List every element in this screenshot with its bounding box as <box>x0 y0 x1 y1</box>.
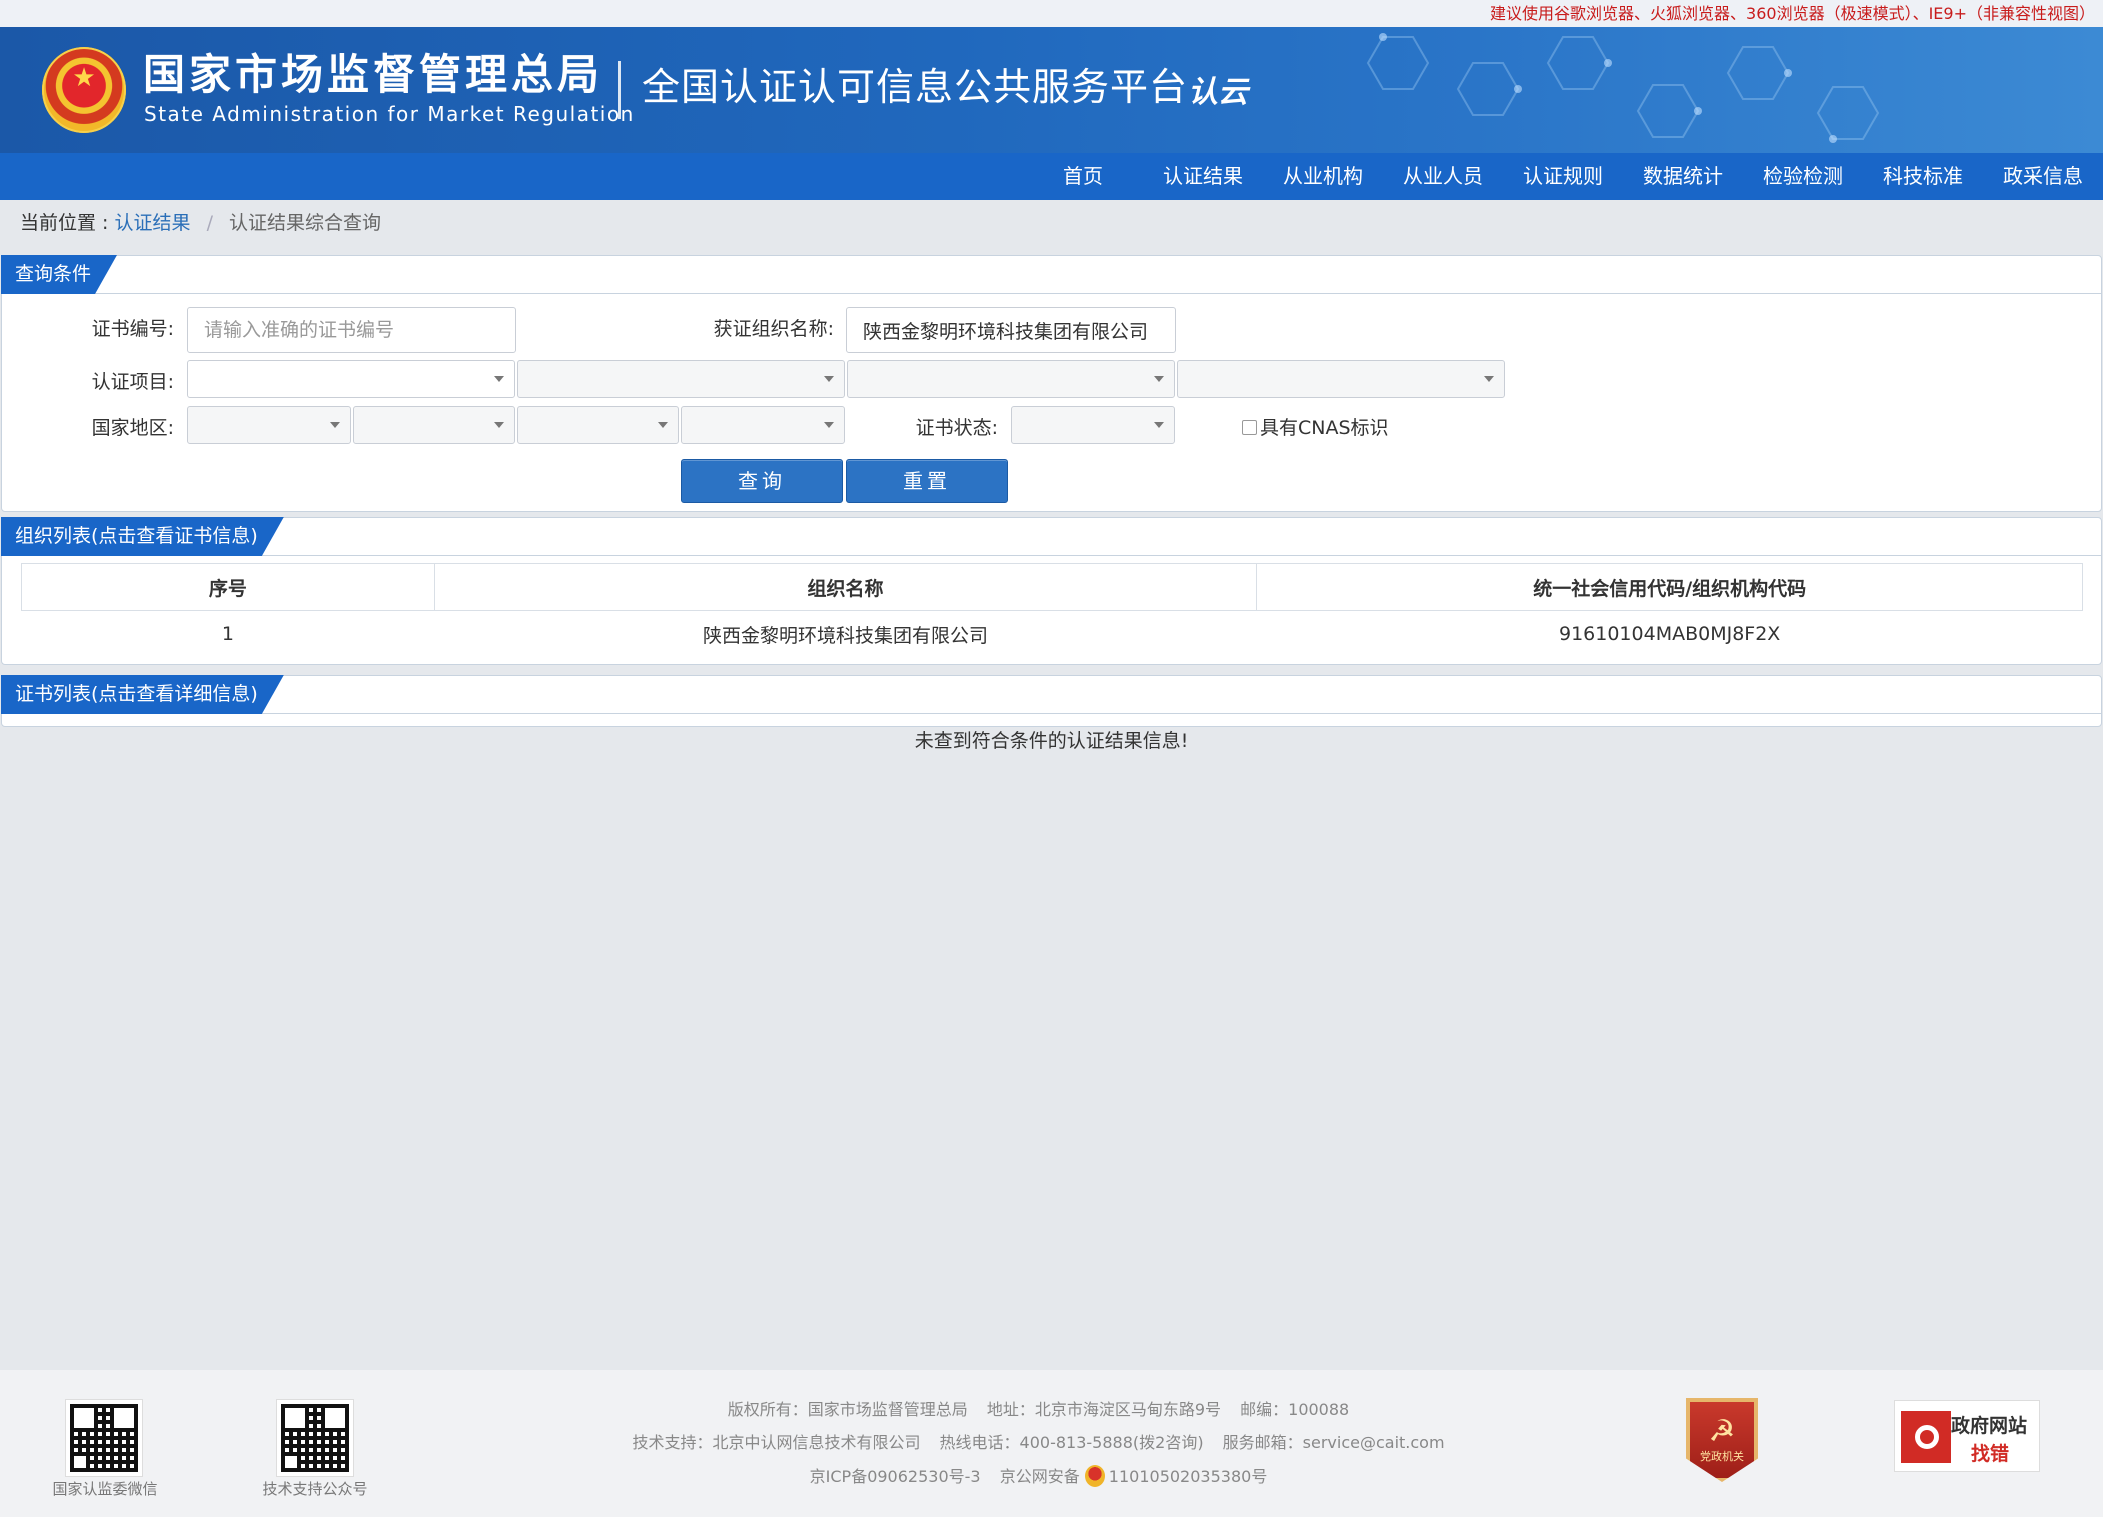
magnifier-icon <box>1901 1411 1951 1463</box>
breadcrumb-link-cert-results[interactable]: 认证结果 <box>115 212 191 234</box>
region-select-3[interactable] <box>517 406 679 444</box>
nav-personnel[interactable]: 从业人员 <box>1403 153 1483 200</box>
cert-project-select-2[interactable] <box>517 360 845 398</box>
main-nav: 首页 认证结果 从业机构 从业人员 认证规则 数据统计 检验检测 科技标准 政采… <box>0 153 2103 200</box>
org-list-header: 组织列表(点击查看证书信息) <box>2 518 2101 556</box>
org-name-input[interactable] <box>846 307 1176 353</box>
chevron-down-icon <box>494 376 504 382</box>
footer-line-2: 技术支持：北京中认网信息技术有限公司 热线电话：400-813-5888(拨2咨… <box>0 1431 2103 1455</box>
breadcrumb: 当前位置 : 认证结果 / 认证结果综合查询 <box>20 208 381 238</box>
chevron-down-icon <box>658 422 668 428</box>
footer-line-3: 京ICP备09062530号-3 京公网安备 11010502035380号 <box>0 1465 2103 1489</box>
header-divider <box>618 61 621 119</box>
chevron-down-icon <box>1154 376 1164 382</box>
national-emblem-icon: ★ <box>42 47 126 133</box>
reset-button[interactable]: 重置 <box>846 459 1008 503</box>
agency-name-en: State Administration for Market Regulati… <box>144 102 635 126</box>
hexagon-pattern-decoration <box>1366 33 1880 143</box>
cert-status-label: 证书状态: <box>915 417 998 439</box>
cell-credit-code: 91610104MAB0MJ8F2X <box>1558 623 1781 646</box>
region-label: 国家地区: <box>91 417 174 439</box>
nav-standards[interactable]: 科技标准 <box>1883 153 1963 200</box>
footer-postcode: 邮编：100088 <box>1240 1400 1350 1419</box>
nav-procurement[interactable]: 政采信息 <box>2003 153 2083 200</box>
cert-list-empty-message: 未查到符合条件的认证结果信息! <box>914 730 1189 752</box>
browser-notice: 建议使用谷歌浏览器、火狐浏览器、360浏览器（极速模式）、IE9+（非兼容性视图… <box>0 0 2103 27</box>
footer-address: 地址：北京市海淀区马甸东路9号 <box>986 1400 1222 1419</box>
org-table: 序号 组织名称 统一社会信用代码/组织机构代码 1 陕西金黎明环境科技集团有限公… <box>21 563 2083 658</box>
cloud-logo: 认云 <box>1188 75 1248 110</box>
search-button[interactable]: 查询 <box>681 459 843 503</box>
checkbox-icon[interactable] <box>1242 420 1257 435</box>
region-select-4[interactable] <box>681 406 845 444</box>
platform-title: 全国认证认可信息公共服务平台 <box>642 65 1189 109</box>
gov-site-error-badge[interactable]: 政府网站 找错 <box>1894 1400 2040 1472</box>
cnas-checkbox[interactable]: 具有CNAS标识 <box>1242 414 1389 442</box>
breadcrumb-prefix: 当前位置 : <box>20 212 109 234</box>
chevron-down-icon <box>824 422 834 428</box>
nav-inspection[interactable]: 检验检测 <box>1763 153 1843 200</box>
cert-project-select-3[interactable] <box>847 360 1175 398</box>
police-badge-icon <box>1084 1465 1105 1487</box>
nav-home[interactable]: 首页 <box>1063 153 1103 200</box>
cell-index: 1 <box>221 623 234 646</box>
column-header-credit-code: 统一社会信用代码/组织机构代码 <box>1256 563 2083 611</box>
gov-badge-text-2: 找错 <box>1971 1443 2010 1465</box>
chevron-down-icon <box>1484 376 1494 382</box>
cert-list-panel: 证书列表(点击查看详细信息) <box>1 675 2102 727</box>
chevron-down-icon <box>824 376 834 382</box>
cert-list-tab: 证书列表(点击查看详细信息) <box>1 675 284 714</box>
cert-status-select[interactable] <box>1011 406 1175 444</box>
region-select-2[interactable] <box>353 406 515 444</box>
nav-institutions[interactable]: 从业机构 <box>1283 153 1363 200</box>
cell-org-name[interactable]: 陕西金黎明环境科技集团有限公司 <box>434 611 1257 658</box>
footer-tech-support: 技术支持：北京中认网信息技术有限公司 <box>632 1433 921 1452</box>
query-panel-header: 查询条件 <box>2 256 2101 294</box>
breadcrumb-separator: / <box>206 212 213 234</box>
nav-cert-results[interactable]: 认证结果 <box>1163 153 1243 200</box>
footer-police-prefix: 京公网安备 <box>999 1467 1080 1486</box>
org-list-tab: 组织列表(点击查看证书信息) <box>1 517 284 556</box>
header-banner: ★ 国家市场监督管理总局 State Administration for Ma… <box>0 27 2103 153</box>
cert-project-select-1[interactable] <box>187 360 515 398</box>
footer-line-1: 版权所有：国家市场监督管理总局 地址：北京市海淀区马甸东路9号 邮编：10008… <box>0 1398 2103 1422</box>
chevron-down-icon <box>1154 422 1164 428</box>
table-row[interactable]: 1 陕西金黎明环境科技集团有限公司 91610104MAB0MJ8F2X <box>22 611 2083 658</box>
cnas-checkbox-label: 具有CNAS标识 <box>1260 417 1389 439</box>
org-name-label: 获证组织名称: <box>713 318 834 340</box>
chevron-down-icon <box>330 422 340 428</box>
region-select-1[interactable] <box>187 406 351 444</box>
gov-badge-text-1: 政府网站 <box>1951 1415 2028 1437</box>
footer-copyright: 版权所有：国家市场监督管理总局 <box>727 1400 968 1419</box>
footer-hotline: 热线电话：400-813-5888(拨2咨询) <box>939 1433 1204 1452</box>
footer-icp[interactable]: 京ICP备09062530号-3 <box>810 1467 981 1486</box>
breadcrumb-current: 认证结果综合查询 <box>229 212 382 234</box>
column-header-index: 序号 <box>21 563 435 611</box>
chevron-down-icon <box>494 422 504 428</box>
cert-project-select-4[interactable] <box>1177 360 1505 398</box>
cert-list-header: 证书列表(点击查看详细信息) <box>2 676 2101 714</box>
nav-statistics[interactable]: 数据统计 <box>1643 153 1723 200</box>
cert-no-label: 证书编号: <box>91 318 174 340</box>
party-badge-text: 党政机关 <box>1700 1450 1744 1463</box>
query-tab: 查询条件 <box>1 255 117 294</box>
column-header-org-name: 组织名称 <box>433 563 1258 611</box>
nav-cert-rules[interactable]: 认证规则 <box>1523 153 1603 200</box>
footer-email: 服务邮箱：service@cait.com <box>1222 1433 1445 1452</box>
footer-police-no[interactable]: 11010502035380号 <box>1109 1467 1268 1486</box>
agency-name-cn: 国家市场监督管理总局 <box>143 50 604 99</box>
cert-project-label: 认证项目: <box>91 371 174 393</box>
cert-no-input[interactable] <box>187 307 516 353</box>
